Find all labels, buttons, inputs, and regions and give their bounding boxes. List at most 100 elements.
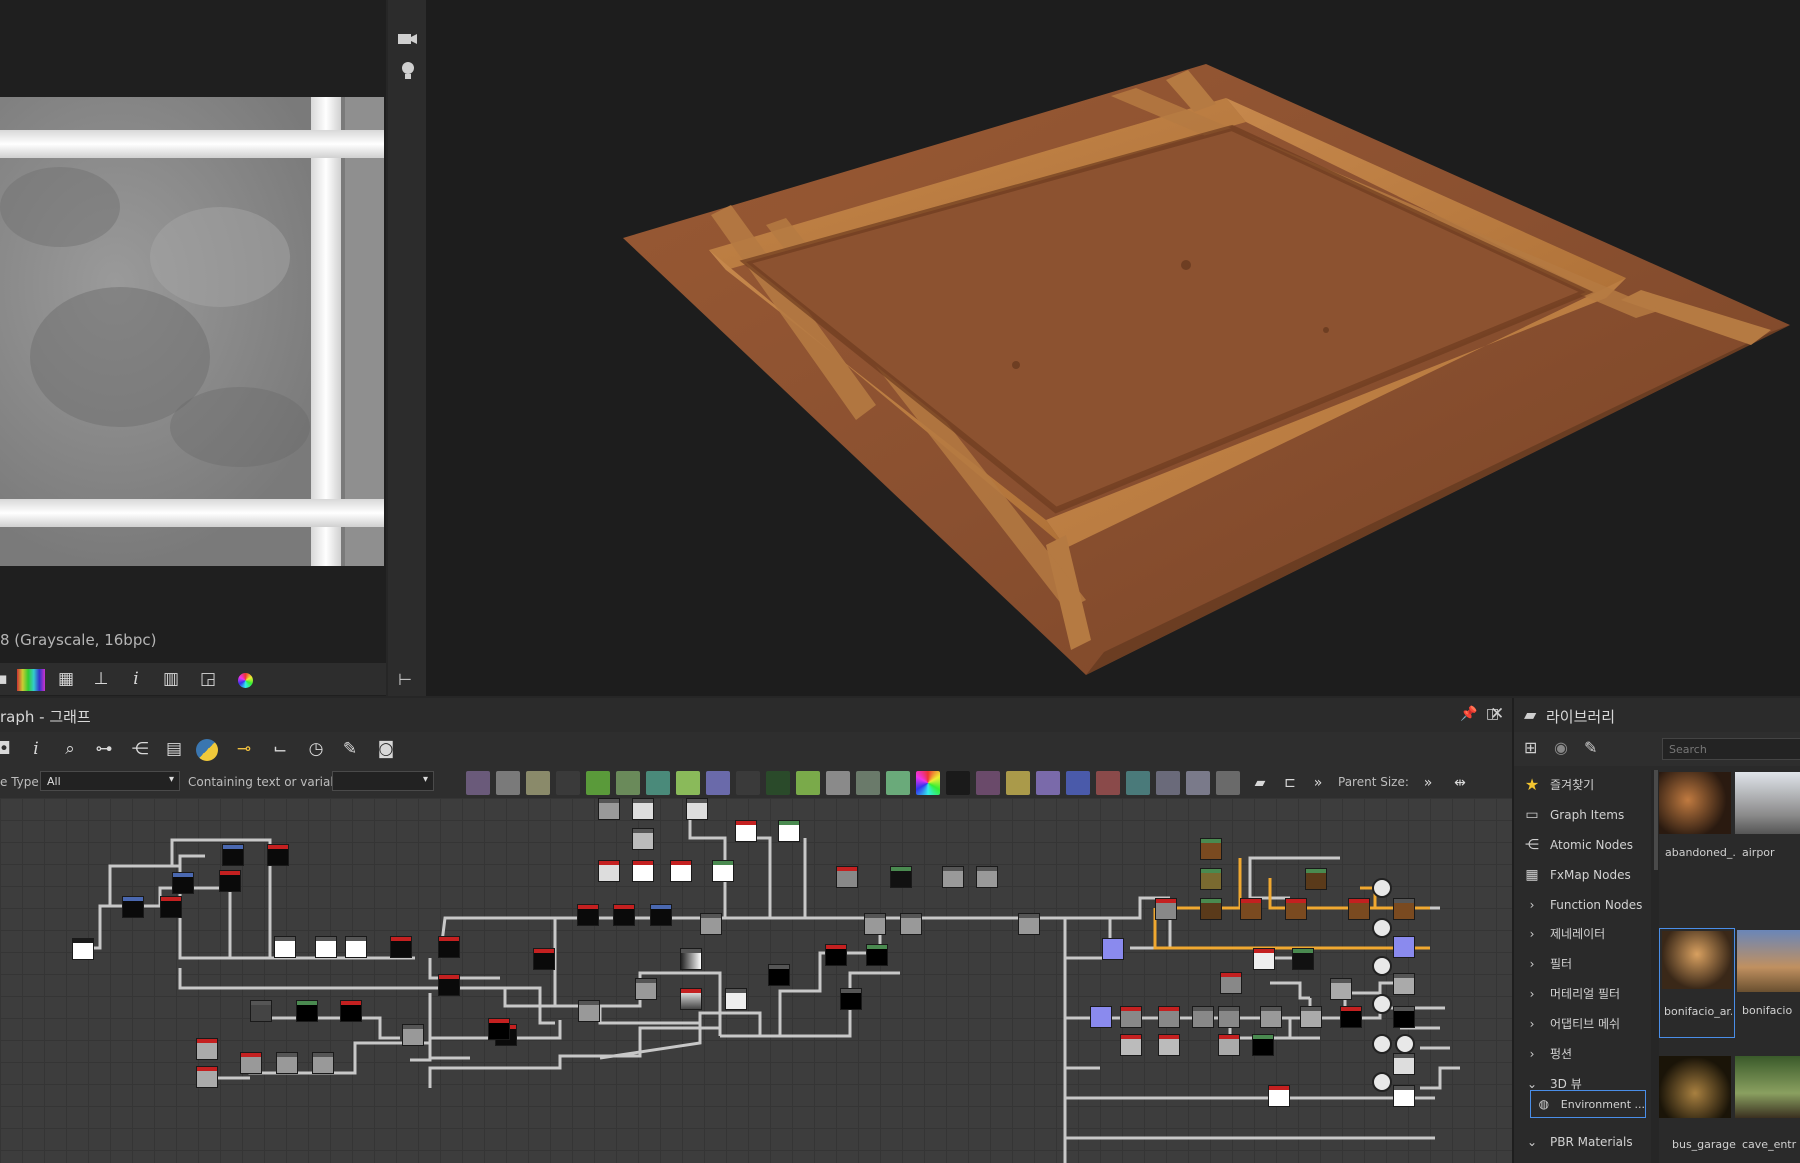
add-resource-icon[interactable]: ◉ <box>1554 738 1568 757</box>
size-toggle-icon[interactable]: » <box>1416 771 1440 795</box>
bitmap-node-icon[interactable] <box>466 771 490 795</box>
environment-thumbnail[interactable] <box>1659 772 1731 834</box>
wrench-icon[interactable]: ✎ <box>338 737 362 761</box>
edit-icon[interactable]: ✎ <box>1584 738 1597 757</box>
graph-node[interactable] <box>632 798 654 820</box>
graph-node[interactable] <box>1200 868 1222 890</box>
graph-node[interactable] <box>1253 948 1275 970</box>
add-folder-icon[interactable]: ⊞ <box>1524 738 1537 757</box>
graph-node[interactable] <box>219 870 241 892</box>
output-badge-icon[interactable] <box>1372 878 1392 898</box>
graph-node[interactable] <box>1393 898 1415 920</box>
graph-node[interactable] <box>680 948 702 970</box>
graph-node[interactable] <box>72 938 94 960</box>
graph-node[interactable] <box>1305 868 1327 890</box>
scrollbar-thumb[interactable] <box>1654 770 1658 870</box>
link-icon[interactable]: ⇹ <box>1448 771 1472 795</box>
align-nodes-icon[interactable]: ⋲ <box>128 737 152 761</box>
graph-node[interactable] <box>1240 898 1262 920</box>
safe-transform-icon[interactable] <box>1186 771 1210 795</box>
svg-node-icon[interactable] <box>496 771 520 795</box>
layout-icon[interactable]: ▤ <box>162 737 186 761</box>
environment-thumbnail[interactable] <box>1659 1056 1731 1118</box>
graph-node[interactable] <box>836 866 858 888</box>
channels-icon[interactable]: ▪ <box>0 667 14 691</box>
graph-node[interactable] <box>1393 973 1415 995</box>
info-icon[interactable]: i <box>24 737 48 761</box>
graph-node[interactable] <box>1120 1034 1142 1056</box>
close-icon[interactable]: ✕ <box>1490 704 1508 724</box>
filter-type-select[interactable]: All ▾ <box>40 771 180 791</box>
emboss-node-icon[interactable] <box>1156 771 1180 795</box>
library-item-fxmap-nodes[interactable]: ▦ FxMap Nodes <box>1514 860 1649 889</box>
output-badge-icon[interactable] <box>1372 1034 1392 1054</box>
frame-nodes-icon[interactable]: ⊶ <box>92 737 116 761</box>
graph-node[interactable] <box>438 974 460 996</box>
graph-node[interactable] <box>172 872 194 894</box>
color-mode-icon[interactable]: ◲ <box>196 667 220 691</box>
graph-node[interactable] <box>1292 948 1314 970</box>
graph-node[interactable] <box>725 988 747 1010</box>
graph-node[interactable] <box>1018 913 1040 935</box>
comment-icon[interactable]: ▰ <box>1248 771 1272 795</box>
graph-node[interactable] <box>1348 898 1370 920</box>
input-node-icon[interactable] <box>766 771 790 795</box>
curve-node-icon[interactable] <box>586 771 610 795</box>
color-wheel-icon[interactable] <box>238 673 253 688</box>
graph-node[interactable] <box>1120 1006 1142 1028</box>
search-icon[interactable]: ⌕ <box>58 737 82 761</box>
graph-node[interactable] <box>686 798 708 820</box>
graph-node[interactable] <box>196 1038 218 1060</box>
blur-node-icon[interactable] <box>526 771 550 795</box>
graph-node[interactable] <box>1393 936 1415 958</box>
graph-node[interactable] <box>402 1024 424 1046</box>
graph-node[interactable] <box>680 988 702 1010</box>
2d-view-panel[interactable]: 8 (Grayscale, 16bpc) ▪ ▦ ⊥ i ▥ ◲ » <box>0 0 396 696</box>
warp-node-icon[interactable] <box>646 771 670 795</box>
output-badge-icon[interactable] <box>1372 956 1392 976</box>
graph-node[interactable] <box>866 944 888 966</box>
graph-node[interactable] <box>267 844 289 866</box>
graph-node[interactable] <box>1158 1006 1180 1028</box>
library-item-adaptive-mesh[interactable]: › 어댑티브 메쉬 <box>1514 1009 1649 1038</box>
hsl-node-icon[interactable] <box>916 771 940 795</box>
selection-node-icon[interactable] <box>1066 771 1090 795</box>
library-item-filters[interactable]: › 필터 <box>1514 949 1649 978</box>
graph-node[interactable] <box>712 860 734 882</box>
graph-node[interactable] <box>578 1000 600 1022</box>
graph-node[interactable] <box>840 988 862 1010</box>
fxmap-node-icon[interactable] <box>736 771 760 795</box>
2d-texture-preview[interactable] <box>0 97 384 566</box>
graph-node[interactable] <box>598 860 620 882</box>
histogram-icon[interactable]: ▥ <box>159 667 183 691</box>
library-item-environment[interactable]: ◍ Environment ... <box>1530 1090 1646 1118</box>
graph-node[interactable] <box>438 936 460 958</box>
graph-node[interactable] <box>345 936 367 958</box>
graph-node[interactable] <box>312 1052 334 1074</box>
python-icon[interactable] <box>196 739 218 761</box>
filter-text-select[interactable]: ▾ <box>332 771 434 791</box>
environment-thumbnail[interactable] <box>1737 930 1800 992</box>
graph-node[interactable] <box>1218 1034 1240 1056</box>
graph-node[interactable] <box>533 948 555 970</box>
graph-node[interactable] <box>1340 1006 1362 1028</box>
histogram-node-icon[interactable] <box>886 771 910 795</box>
graph-node[interactable] <box>160 896 182 918</box>
normal-node-icon[interactable] <box>1126 771 1150 795</box>
tiling-grid-icon[interactable]: ▦ <box>54 667 78 691</box>
environment-thumbnail[interactable] <box>1735 772 1800 834</box>
graph-node[interactable] <box>1330 978 1352 1000</box>
shuffle-node-icon[interactable] <box>556 771 580 795</box>
library-item-atomic-nodes[interactable]: ⋲ Atomic Nodes <box>1514 830 1649 859</box>
graph-node[interactable] <box>650 904 672 926</box>
graph-node[interactable] <box>1220 972 1242 994</box>
graph-settings-icon[interactable]: ◘ <box>0 737 16 761</box>
graph-node[interactable] <box>1102 938 1124 960</box>
graph-node[interactable] <box>613 904 635 926</box>
environment-thumbnail-selected[interactable]: bonifacio_ar... <box>1659 928 1735 1038</box>
library-item-graph-items[interactable]: ▭ Graph Items <box>1514 800 1649 829</box>
graph-node[interactable] <box>250 1000 272 1022</box>
output-badge-icon[interactable] <box>1372 1072 1392 1092</box>
library-item-functions[interactable]: › 펑션 <box>1514 1039 1649 1068</box>
output-icon[interactable]: ◙ <box>374 737 398 761</box>
